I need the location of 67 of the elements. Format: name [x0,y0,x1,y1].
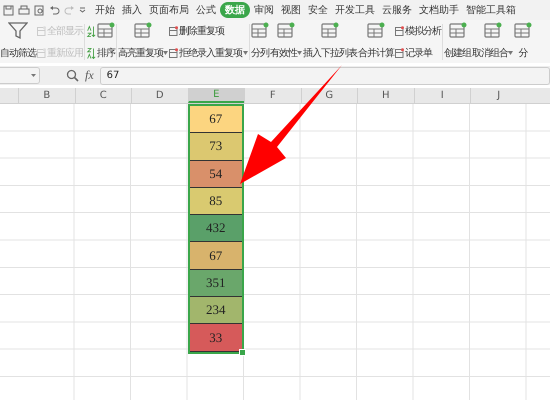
caret-icon[interactable] [79,7,86,13]
ribbon-button[interactable]: 合并计算 [358,21,394,63]
table-cell: 234 [190,297,242,324]
table-cell: 85 [190,188,242,216]
table-cell: 432 [190,215,242,242]
menu-tab[interactable]: 公式 [193,2,219,18]
ribbon-button[interactable]: 模拟分析 [395,24,441,38]
ribbon-button[interactable]: 排序 [97,21,115,63]
menu-tab[interactable]: 插入 [119,2,145,18]
table-icon [134,22,152,39]
column-header[interactable]: H [357,88,414,103]
function-label[interactable]: fx [85,68,94,83]
menu-tab[interactable]: 开始 [92,2,118,18]
table-icon [169,26,178,36]
table-icon [484,22,502,39]
table-icon [395,48,404,58]
ribbon-button[interactable]: 插入下拉列表 [303,21,357,63]
table-icon [37,26,46,36]
table-icon [395,26,404,36]
funnel-icon [8,22,28,40]
ribbon-button[interactable]: 高亮重复项 [118,21,168,63]
ribbon-button[interactable]: 分 [514,21,532,63]
column-header[interactable]: J [470,88,526,103]
ribbon-button[interactable]: 有效性 [270,21,302,63]
ribbon-button[interactable]: 分列 [251,21,269,63]
table-icon [251,22,269,39]
menu-tab[interactable]: 智能工具箱 [463,2,519,18]
column-header[interactable]: C [74,88,131,103]
table-icon [321,22,339,39]
table-cell: 54 [190,160,242,188]
sort-ascending-icon[interactable] [86,24,96,38]
menu-tab[interactable]: 安全 [305,2,331,18]
ribbon-button[interactable]: 拒绝录入重复项 [169,46,248,60]
column-header[interactable]: B [18,88,74,103]
menu-tab[interactable]: 页面布局 [146,2,192,18]
menu-tab[interactable]: 文档助手 [416,2,462,18]
ribbon-button[interactable]: 取消组合 [472,21,513,63]
formula-input[interactable]: 67 [100,66,550,84]
menu-tab[interactable]: 开发工具 [332,2,378,18]
ribbon-button[interactable]: 创建组 [444,21,471,63]
table-cell: 351 [190,270,242,298]
table-icon [169,48,178,58]
column-header[interactable]: F [244,88,300,103]
table-icon [367,22,385,39]
zoom-icon[interactable] [66,69,79,82]
menu-tab[interactable]: 视图 [278,2,304,18]
table-icon [448,22,466,39]
column-header[interactable]: I [414,88,470,103]
undo-icon[interactable] [49,4,60,16]
ribbon-button[interactable]: 记录单 [395,46,432,60]
preview-icon[interactable] [34,4,45,16]
table-cell: 67 [190,242,242,270]
sort-descending-icon[interactable] [86,46,96,60]
print-icon[interactable] [18,4,30,16]
ribbon-button[interactable]: 删除重复项 [169,24,224,38]
table-icon [514,22,532,39]
table-icon [37,48,46,58]
table-cell: 73 [190,133,242,161]
menu-tab[interactable]: 审阅 [251,2,277,18]
menu-tab[interactable]: 云服务 [379,2,415,18]
ribbon-button[interactable]: 自动筛选 [0,21,36,63]
table-icon [277,22,295,39]
save-icon[interactable] [3,4,14,16]
table-cell: 67 [190,106,242,134]
table-icon [97,22,115,39]
fill-handle[interactable] [239,348,246,356]
table-cell: 33 [190,324,242,352]
